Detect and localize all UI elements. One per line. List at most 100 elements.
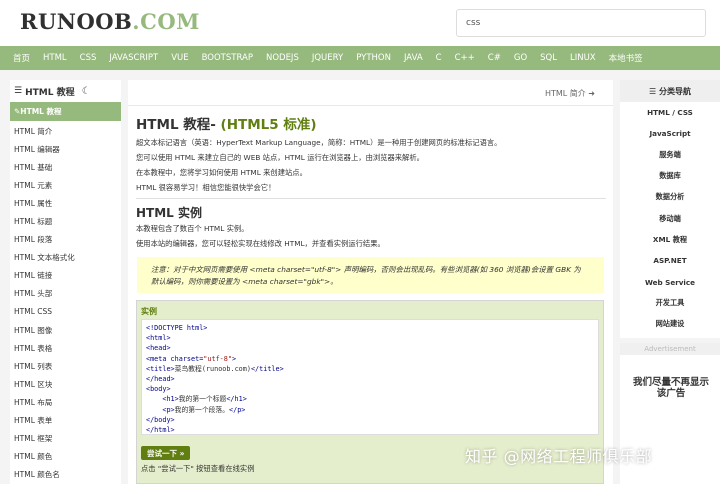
site-logo[interactable]: RUNOOB.COM bbox=[20, 9, 200, 34]
sidebar-item-label: HTML 框架 bbox=[14, 434, 53, 444]
nav-item[interactable]: NODEJS bbox=[266, 53, 299, 63]
code-line: </head> bbox=[146, 374, 175, 383]
nav-item[interactable]: CSS bbox=[80, 53, 97, 63]
title-main: HTML 教程- bbox=[136, 117, 221, 133]
note-text: 注意：对于中文网页需要使用 <meta charset="utf-8"> 声明编… bbox=[151, 264, 591, 288]
nav-item[interactable]: GO bbox=[514, 53, 527, 63]
nav-item[interactable]: LINUX bbox=[570, 53, 596, 63]
category-nav-title: 分类导航 bbox=[658, 86, 691, 96]
sidebar-item[interactable]: HTML 表单 bbox=[10, 412, 121, 430]
code-line: <title>菜鸟教程(runoob.com)</title> bbox=[146, 364, 284, 373]
code-line: <meta charset="utf-8"> bbox=[146, 354, 237, 363]
category-item[interactable]: JavaScript bbox=[620, 123, 720, 144]
prev-page-link[interactable]: HTML 简介 ➜ bbox=[545, 88, 595, 99]
category-list: HTML / CSS JavaScript 服务端 数据库 数据分析 移动端 XML 教程 A… bbox=[620, 102, 720, 335]
title-sub: (HTML5 标准) bbox=[220, 117, 317, 133]
intro-paragraph: 在本教程中，您将学习如何使用 HTML 来创建站点。 bbox=[136, 168, 307, 177]
sidebar-item[interactable]: HTML 标题 bbox=[10, 212, 121, 230]
note-box: 注意：对于中文网页需要使用 <meta charset="utf-8"> 声明编… bbox=[136, 257, 604, 293]
sidebar-item-label: HTML 图像 bbox=[14, 325, 53, 335]
section-heading: HTML 实例 bbox=[136, 206, 202, 220]
sidebar-item-label: HTML 链接 bbox=[14, 271, 53, 281]
example-intro: 本教程包含了数百个 HTML 实例。 bbox=[136, 224, 249, 233]
nav-item[interactable]: C bbox=[436, 53, 442, 63]
code-line: <head> bbox=[146, 344, 171, 353]
sidebar-item[interactable]: HTML 编辑器 bbox=[10, 140, 121, 158]
try-it-button[interactable]: 尝试一下 » bbox=[141, 446, 191, 460]
code-line: <!DOCTYPE html> bbox=[146, 324, 208, 332]
nav-item[interactable]: 首页 bbox=[13, 52, 30, 64]
sidebar-item-label: HTML 颜色名 bbox=[14, 470, 60, 480]
list-icon: ☰ bbox=[14, 86, 23, 96]
top-nav: 首页 HTML CSS JAVASCRIPT VUE BOOTSTRAP NODEJS JQU… bbox=[0, 46, 720, 70]
sidebar-item-label: HTML 编辑器 bbox=[14, 144, 60, 154]
divider bbox=[128, 105, 613, 106]
sidebar-item-label: HTML 文本格式化 bbox=[14, 253, 75, 263]
ad-header: Advertisement bbox=[620, 343, 720, 355]
sidebar-item-label: HTML 简介 bbox=[14, 126, 53, 136]
nav-item[interactable]: JAVA bbox=[404, 53, 423, 63]
sidebar-item-label: HTML 布局 bbox=[14, 397, 53, 407]
nav-item[interactable]: HTML bbox=[43, 53, 67, 63]
code-line: <body> bbox=[146, 385, 171, 394]
sidebar-item[interactable]: HTML CSS bbox=[10, 303, 121, 321]
category-item[interactable]: 数据分析 bbox=[620, 187, 720, 208]
nav-item[interactable]: C# bbox=[488, 53, 501, 63]
nav-item[interactable]: JAVASCRIPT bbox=[109, 53, 158, 63]
sidebar-item[interactable]: HTML 文本格式化 bbox=[10, 249, 121, 267]
sidebar-item[interactable]: HTML 头部 bbox=[10, 285, 121, 303]
nav-item[interactable]: JQUERY bbox=[312, 53, 343, 63]
sidebar-item[interactable]: HTML 元素 bbox=[10, 176, 121, 194]
try-it-note: 点击 "尝试一下" 按钮查看在线实例 bbox=[141, 464, 255, 473]
category-item[interactable]: 网站建设 bbox=[620, 314, 720, 335]
category-item[interactable]: Web Service bbox=[620, 272, 720, 293]
category-item[interactable]: HTML / CSS bbox=[620, 102, 720, 123]
sidebar-item[interactable]: HTML 链接 bbox=[10, 267, 121, 285]
sidebar-item-label: HTML 段落 bbox=[14, 235, 53, 245]
page-title: HTML 教程- (HTML5 标准) bbox=[136, 113, 317, 133]
sidebar-item-label: HTML 表格 bbox=[14, 343, 53, 353]
sidebar-item-label: HTML 标题 bbox=[14, 217, 53, 227]
sidebar-item[interactable]: HTML 区块 bbox=[10, 375, 121, 393]
prev-page-label: HTML 简介 bbox=[544, 89, 586, 98]
list-icon: ☰ bbox=[649, 86, 659, 96]
sidebar-item[interactable]: HTML 颜色 bbox=[10, 448, 121, 466]
example-label: 实例 bbox=[141, 307, 157, 316]
sidebar-item[interactable]: HTML 框架 bbox=[10, 430, 121, 448]
sidebar-item[interactable]: HTML 简介 bbox=[10, 122, 121, 140]
nav-item[interactable]: VUE bbox=[171, 53, 188, 63]
sidebar-item[interactable]: HTML 布局 bbox=[10, 393, 121, 411]
nav-item[interactable]: C++ bbox=[455, 53, 475, 63]
sidebar-item-label: HTML 列表 bbox=[14, 361, 53, 371]
nav-item[interactable]: 本地书签 bbox=[609, 52, 643, 64]
category-item[interactable]: 移动端 bbox=[620, 208, 720, 229]
nav-item[interactable]: SQL bbox=[540, 53, 557, 63]
category-item[interactable]: XML 教程 bbox=[620, 229, 720, 250]
category-item[interactable]: 开发工具 bbox=[620, 293, 720, 314]
header: RUNOOB.COM bbox=[0, 0, 720, 46]
sidebar-item-label: HTML 基础 bbox=[14, 162, 53, 172]
sidebar-item[interactable]: HTML 属性 bbox=[10, 194, 121, 212]
intro-paragraph: 您可以使用 HTML 来建立自己的 WEB 站点，HTML 运行在浏览器上，由浏… bbox=[136, 153, 424, 162]
sidebar-item-label: HTML 属性 bbox=[14, 198, 53, 208]
nav-item[interactable]: BOOTSTRAP bbox=[202, 53, 253, 63]
sidebar-item-active[interactable]: ✎ HTML 教程 bbox=[10, 102, 121, 121]
category-item[interactable]: 服务端 bbox=[620, 144, 720, 165]
sidebar-item[interactable]: HTML 表格 bbox=[10, 339, 121, 357]
nav-item[interactable]: PYTHON bbox=[356, 53, 391, 63]
sidebar-item[interactable]: HTML 段落 bbox=[10, 231, 121, 249]
moon-icon[interactable]: ☾ bbox=[82, 86, 91, 97]
watermark: 知乎 @网络工程师俱乐部 bbox=[465, 447, 653, 466]
code-line: <p>我的第一个段落。</p> bbox=[162, 405, 246, 414]
example-intro: 使用本站的编辑器，您可以轻松实现在线修改 HTML，并查看实例运行结果。 bbox=[136, 239, 385, 248]
sidebar-item[interactable]: HTML 列表 bbox=[10, 357, 121, 375]
sidebar-item[interactable]: HTML 颜色名 bbox=[10, 466, 121, 484]
category-item[interactable]: ASP.NET bbox=[620, 250, 720, 271]
category-item[interactable]: 数据库 bbox=[620, 166, 720, 187]
sidebar-item[interactable]: HTML 图像 bbox=[10, 321, 121, 339]
search-input[interactable] bbox=[456, 9, 706, 37]
logo-main: RUNOOB bbox=[20, 9, 133, 34]
sidebar-item[interactable]: HTML 基础 bbox=[10, 158, 121, 176]
sidebar-item-label: HTML 教程 bbox=[20, 107, 62, 116]
sidebar-item-label: HTML CSS bbox=[14, 307, 53, 317]
